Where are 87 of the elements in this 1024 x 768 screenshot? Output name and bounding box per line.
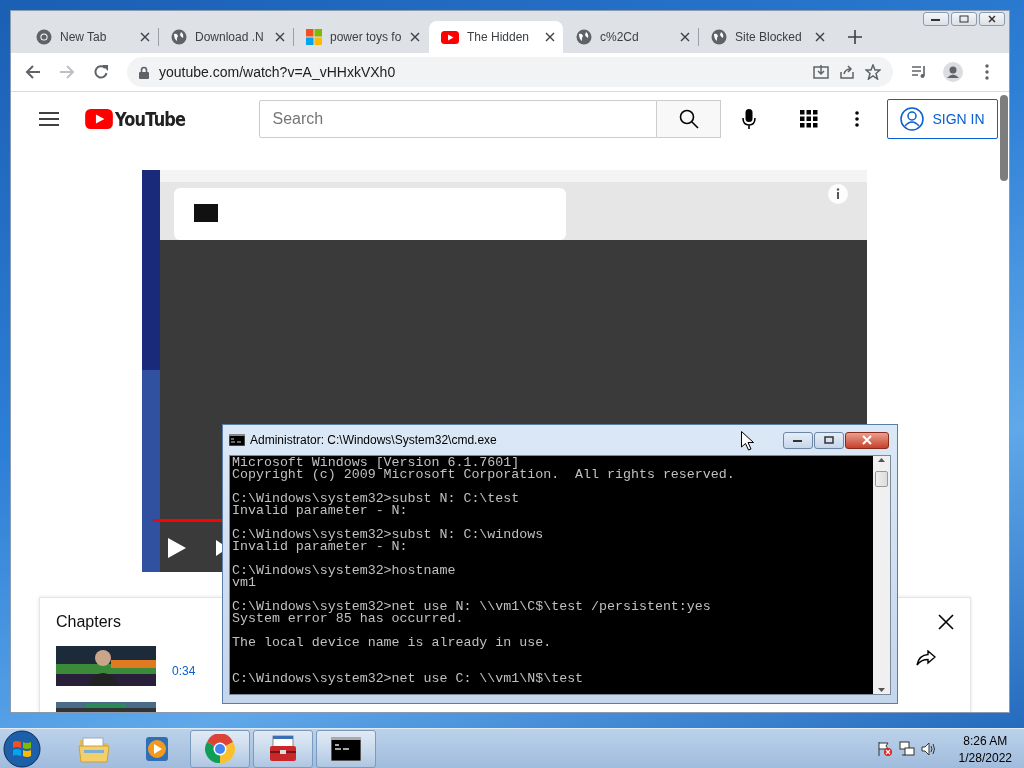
globe-icon [171, 29, 187, 45]
minimize-button[interactable] [923, 12, 949, 26]
more-icon[interactable] [855, 111, 860, 128]
profile-icon[interactable] [943, 62, 963, 82]
console-line: C:\Windows\system32>net use C: \\vm1\N$\test [232, 673, 584, 685]
install-icon[interactable] [813, 64, 829, 80]
console-line: C:\Windows\system32>net use N: \\vm1\C$\test /persistent:yes [232, 601, 711, 613]
search-button[interactable] [657, 100, 722, 139]
scrollbar-thumb[interactable] [999, 95, 1008, 181]
clock-date: 1/28/2022 [958, 750, 1012, 765]
search-icon [679, 109, 699, 130]
browser-tab[interactable]: power toys fo [294, 21, 428, 53]
reload-icon[interactable] [93, 64, 109, 80]
close-icon[interactable] [140, 32, 150, 42]
console-scrollbar[interactable] [873, 456, 890, 694]
scrollbar-thumb[interactable] [875, 471, 888, 487]
back-icon[interactable] [25, 64, 41, 80]
minimize-button[interactable] [783, 431, 813, 449]
window-title: Administrator: C:\Windows\System32\cmd.exe [250, 433, 497, 447]
console-line: C:\Windows\system32>subst N: C:\windows [232, 529, 544, 541]
close-button[interactable] [979, 12, 1005, 26]
console-line: Copyright (c) 2009 Microsoft Corporation. All rights reserved. [232, 469, 735, 481]
browser-tab[interactable]: The Hidden [429, 21, 563, 53]
console-line: Invalid parameter - N: [232, 541, 408, 553]
apps-grid-icon[interactable] [800, 110, 819, 129]
maximize-button[interactable] [814, 431, 844, 449]
close-button[interactable] [845, 431, 889, 449]
speaker-icon[interactable] [920, 741, 937, 757]
close-icon [861, 435, 873, 445]
panel-title: Chapters [56, 613, 121, 631]
console-line: The local device name is already in use. [232, 637, 552, 649]
share-icon[interactable] [916, 650, 936, 666]
search-field[interactable]: Search [259, 100, 658, 139]
star-icon[interactable] [865, 64, 881, 80]
action-center-flag-icon[interactable] [876, 741, 893, 757]
globe-icon [576, 29, 592, 45]
console-icon [229, 434, 245, 446]
scroll-down-icon[interactable] [877, 685, 886, 694]
toolbox-icon[interactable] [267, 734, 299, 764]
close-icon[interactable] [680, 32, 690, 42]
close-icon[interactable] [275, 32, 285, 42]
console-line: System error 85 has occurred. [232, 613, 464, 625]
globe-icon [711, 29, 727, 45]
new-tab-icon[interactable] [848, 30, 862, 44]
close-icon [987, 15, 997, 23]
close-icon[interactable] [545, 32, 555, 42]
address-bar[interactable]: youtube.com/watch?v=A_vHHxkVXh0 [127, 57, 893, 87]
microphone-icon[interactable] [742, 109, 757, 130]
chrome-icon[interactable] [205, 734, 235, 764]
clock[interactable]: 8:26 AM 1/28/2022 [958, 733, 1012, 765]
media-control-icon[interactable] [911, 65, 927, 79]
youtube-logo[interactable]: YouTube [115, 108, 186, 131]
user-icon [900, 107, 925, 132]
info-icon[interactable] [828, 184, 848, 205]
youtube-logo-icon [85, 109, 113, 130]
mouse-pointer-icon [741, 431, 754, 451]
console-line: Invalid parameter - N: [232, 505, 408, 517]
taskbar-button[interactable] [316, 730, 376, 768]
lock-icon [139, 65, 149, 79]
clock-time: 8:26 AM [963, 733, 1008, 748]
start-button-icon[interactable] [3, 730, 41, 768]
minimize-icon [793, 437, 803, 443]
play-icon[interactable] [168, 538, 186, 558]
windows-logo-icon [306, 29, 322, 45]
chrome-icon [36, 29, 52, 45]
console-line: vm1 [232, 577, 256, 589]
console-line: Microsoft Windows [Version 6.1.7601] [232, 457, 520, 469]
youtube-icon [441, 30, 459, 44]
scroll-up-icon[interactable] [877, 456, 886, 465]
browser-tab[interactable]: New Tab [24, 21, 158, 53]
network-icon[interactable] [898, 741, 915, 757]
menu-icon[interactable] [39, 112, 59, 127]
chapter-timestamp[interactable]: 0:34 [172, 664, 196, 678]
close-icon[interactable] [938, 614, 954, 630]
minimize-icon [931, 16, 941, 22]
close-icon[interactable] [815, 32, 825, 42]
browser-tab[interactable]: c%2Cd [564, 21, 698, 53]
menu-icon[interactable] [985, 64, 989, 80]
console-line: C:\Windows\system32>hostname [232, 565, 456, 577]
browser-tab[interactable]: Download .N [159, 21, 293, 53]
close-icon[interactable] [410, 32, 420, 42]
terminal-icon[interactable] [331, 737, 361, 761]
maximize-icon [824, 436, 834, 444]
browser-tab[interactable]: Site Blocked [699, 21, 833, 53]
sign-in-button[interactable]: SIGN IN [887, 99, 998, 140]
console-line: C:\Windows\system32>subst N: C:\test [232, 493, 520, 505]
restore-icon [959, 15, 969, 23]
